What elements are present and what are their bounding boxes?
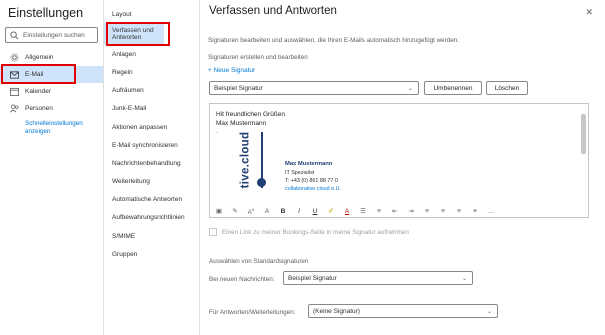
settings-nav-pane: Einstellungen Einstellungen suchen Allge…: [0, 0, 104, 335]
chevron-down-icon: ⌄: [486, 309, 492, 315]
settings-title: Einstellungen: [8, 6, 84, 20]
nav-item-label: Personen: [25, 105, 53, 112]
sig-name: Max Mustermann: [285, 161, 333, 167]
logo-text: tive.cloud: [239, 131, 252, 189]
new-messages-select[interactable]: Beispiel Signatur ⌄: [283, 271, 473, 285]
insert-image-icon[interactable]: ▣: [214, 207, 224, 215]
menu-item-message-handling[interactable]: Nachrichtenbehandlung: [104, 154, 199, 172]
font-color-icon[interactable]: A: [342, 208, 352, 215]
format-painter-icon[interactable]: ✎: [230, 207, 240, 215]
italic-icon[interactable]: I: [294, 208, 304, 215]
editor-greeting: Hit freundlichen Grüßen: [216, 111, 286, 118]
menu-item-groups[interactable]: Gruppen: [104, 245, 199, 263]
editor-scrollbar[interactable]: [581, 106, 586, 211]
numbering-icon[interactable]: ≡: [374, 208, 384, 215]
menu-item-rules[interactable]: Regeln: [104, 63, 199, 81]
decrease-indent-icon[interactable]: ⇤: [390, 207, 400, 215]
more-options-icon[interactable]: …: [486, 208, 496, 215]
quick-settings-link[interactable]: Schnelleinstellungen anzeigen: [0, 120, 90, 136]
highlight-icon[interactable]: ✐: [326, 207, 336, 215]
align-right-icon[interactable]: ≡: [454, 208, 464, 215]
nav-item-calendar[interactable]: Kalender: [0, 83, 103, 100]
chevron-down-icon: ⌄: [461, 276, 467, 282]
new-messages-value: Beispiel Signatur: [288, 274, 337, 282]
signature-editor[interactable]: Hit freundlichen Grüßen Max Mustermann -…: [209, 103, 589, 218]
logo-dot: [257, 178, 266, 187]
rename-button[interactable]: Umbenennen: [424, 81, 482, 95]
calendar-icon: [10, 87, 19, 96]
menu-item-customize-actions[interactable]: Aktionen anpassen: [104, 118, 199, 136]
font-size-icon[interactable]: AA: [246, 207, 256, 216]
sig-role: IT Spezialist: [285, 170, 315, 176]
menu-item-sweep[interactable]: Aufräumen: [104, 82, 199, 100]
replies-select[interactable]: (Keine Signatur) ⌄: [308, 304, 498, 318]
link-icon[interactable]: ⚭: [470, 207, 480, 215]
menu-item-automatic-replies[interactable]: Automatische Antworten: [104, 191, 199, 209]
new-signature-button[interactable]: + Neue Signatur: [208, 67, 255, 74]
bullets-icon[interactable]: ☰: [358, 207, 368, 215]
font-size-small-icon[interactable]: A: [262, 208, 272, 215]
format-toolbar: ▣ ✎ AA A B I U ✐ A ☰ ≡ ⇤ ⇥ ≡ ≡ ≡ ⚭ …: [214, 205, 496, 217]
sig-website: collaborative.cloud e.U.: [285, 186, 342, 192]
bookings-checkbox[interactable]: [209, 228, 217, 236]
menu-item-layout[interactable]: Layout: [104, 5, 199, 23]
compose-reply-panel: Verfassen und Antworten ✕ Signaturen bea…: [201, 0, 605, 335]
nav-item-email[interactable]: E-Mail: [0, 66, 103, 83]
delete-button[interactable]: Löschen: [486, 81, 528, 95]
signature-select[interactable]: Beispiel Signatur ⌄: [209, 81, 419, 95]
bookings-checkbox-row[interactable]: Einen Link zu meiner Bookings-Seite in m…: [209, 228, 409, 236]
menu-item-smime[interactable]: S/MIME: [104, 227, 199, 245]
company-logo: tive.cloud: [237, 132, 257, 190]
close-icon[interactable]: ✕: [585, 7, 593, 18]
menu-item-sync-email[interactable]: E-Mail synchronisieren: [104, 136, 199, 154]
signature-select-value: Beispiel Signatur: [214, 84, 263, 92]
default-signatures-label: Auswählen von Standardsignaturen: [209, 258, 309, 265]
menu-item-forwarding[interactable]: Weiterleitung: [104, 173, 199, 191]
menu-item-attachments[interactable]: Anlagen: [104, 45, 199, 63]
signature-description: Signaturen bearbeiten und auswählen, die…: [208, 37, 459, 44]
search-icon: [10, 30, 19, 39]
menu-item-retention[interactable]: Aufbewahrungsrichtlinien: [104, 209, 199, 227]
nav-item-general[interactable]: Allgemein: [0, 49, 103, 66]
page-title: Verfassen und Antworten: [209, 5, 337, 17]
mail-settings-menu: Layout Verfassen und Antworten Anlagen R…: [104, 0, 200, 335]
nav-item-label: Allgemein: [25, 54, 54, 61]
nav-item-people[interactable]: Personen: [0, 100, 103, 117]
align-center-icon[interactable]: ≡: [438, 208, 448, 215]
scrollbar-thumb[interactable]: [581, 114, 586, 154]
signature-section-label: Signaturen erstellen und bearbeiten: [208, 54, 308, 61]
increase-indent-icon[interactable]: ⇥: [406, 207, 416, 215]
editor-dash: -: [216, 129, 219, 136]
bold-icon[interactable]: B: [278, 208, 288, 215]
menu-item-junk[interactable]: Junk-E-Mail: [104, 100, 199, 118]
new-messages-label: Bei neuen Nachrichten:: [209, 276, 275, 283]
bookings-checkbox-label: Einen Link zu meiner Bookings-Seite in m…: [222, 228, 409, 236]
gear-icon: [10, 53, 19, 62]
replies-value: (Keine Signatur): [313, 307, 360, 315]
chevron-down-icon: ⌄: [407, 86, 413, 92]
align-left-icon[interactable]: ≡: [422, 208, 432, 215]
nav-item-label: E-Mail: [25, 71, 44, 78]
mail-icon: [10, 70, 19, 79]
people-icon: [10, 104, 19, 113]
menu-item-compose-reply[interactable]: Verfassen und Antworten: [104, 23, 164, 46]
nav-item-label: Kalender: [25, 88, 52, 95]
editor-name-line: Max Mustermann: [216, 120, 267, 127]
sig-phone: T: +43 (0) 861 88 77 0: [285, 178, 338, 184]
settings-search-input[interactable]: Einstellungen suchen: [5, 27, 98, 43]
replies-label: Für Antworten/Weiterleitungen:: [209, 309, 296, 316]
underline-icon[interactable]: U: [310, 208, 320, 215]
search-placeholder: Einstellungen suchen: [23, 31, 85, 39]
